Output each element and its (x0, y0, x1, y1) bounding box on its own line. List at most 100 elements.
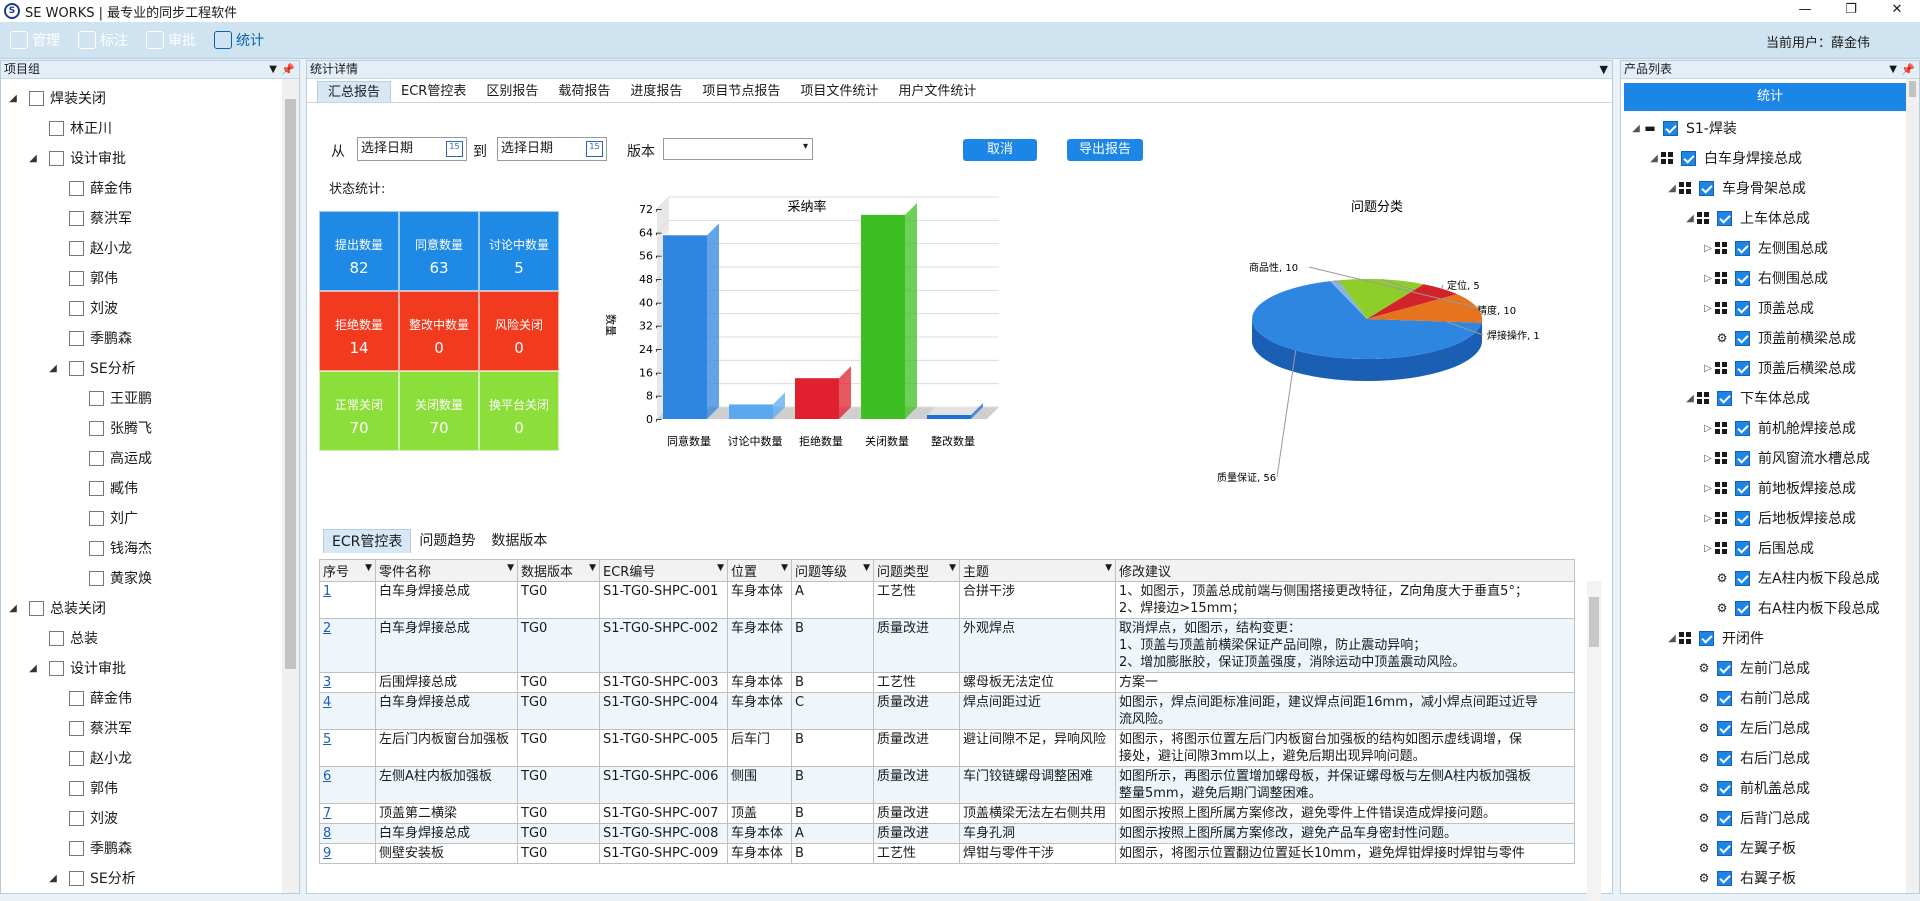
checkbox[interactable] (1717, 750, 1732, 766)
product-item[interactable]: ▷ 后围总成 (1621, 533, 1919, 563)
filter-arrow-icon[interactable]: ▼ (863, 563, 870, 573)
expand-arrow-icon[interactable]: ◢ (1629, 123, 1643, 134)
tab-report[interactable]: ECR管控表 (391, 81, 476, 102)
checkbox[interactable] (69, 330, 84, 346)
column-header[interactable]: 位置 ▼ (727, 559, 792, 582)
filter-arrow-icon[interactable]: ▼ (507, 563, 514, 573)
table-row[interactable]: 4 白车身焊接总成 TG0 S1-TG0-SHPC-004 车身本体 C 质量改进 焊点间距过… (319, 692, 1575, 730)
dropdown-icon[interactable]: ▼ (1600, 61, 1608, 78)
dropdown-icon[interactable]: ▼ (1889, 61, 1897, 78)
checkbox[interactable] (1735, 480, 1750, 496)
table-row[interactable]: 6 左侧A柱内板加强板 TG0 S1-TG0-SHPC-006 侧围 B 质量改进 车门铰链螺… (319, 766, 1575, 804)
expand-arrow-icon[interactable]: ▷ (1701, 273, 1715, 284)
checkbox[interactable] (69, 270, 84, 286)
tree-item[interactable]: 臧伟 (1, 473, 299, 503)
checkbox[interactable] (1717, 210, 1732, 226)
table-cell[interactable]: 4 (319, 692, 376, 730)
tree-item[interactable]: ◢ 设计审批 (1, 653, 299, 683)
checkbox[interactable] (89, 420, 104, 436)
checkbox[interactable] (1681, 150, 1696, 166)
checkbox[interactable] (89, 450, 104, 466)
annotate-button[interactable]: 标注 (78, 30, 128, 50)
tree-item[interactable]: 黄家焕 (1, 563, 299, 593)
checkbox[interactable] (1735, 510, 1750, 526)
start-date-input[interactable]: 选择日期 15 (357, 137, 467, 161)
pin-icon[interactable]: 📌 (281, 61, 295, 78)
table-row[interactable]: 3 后围焊接总成 TG0 S1-TG0-SHPC-003 车身本体 B 工艺性 螺母板无法定位… (319, 672, 1575, 693)
product-item[interactable]: ⚙ 前机盖总成 (1621, 773, 1919, 803)
checkbox[interactable] (69, 210, 84, 226)
tree-item[interactable]: 蔡洪军 (1, 713, 299, 743)
filter-arrow-icon[interactable]: ▼ (949, 563, 956, 573)
expand-arrow-icon[interactable]: ▷ (1701, 513, 1715, 524)
restore-icon[interactable]: ❐ (1828, 0, 1874, 22)
checkbox[interactable] (1735, 330, 1750, 346)
minimize-icon[interactable]: — (1782, 0, 1828, 22)
checkbox[interactable] (89, 510, 104, 526)
table-cell[interactable]: 1 (319, 581, 376, 619)
cancel-button[interactable]: 取消 (963, 139, 1037, 161)
tab-report[interactable]: 用户文件统计 (888, 81, 986, 102)
statistics-button[interactable]: 统计 (214, 30, 264, 50)
product-item[interactable]: ◢ ▬ S1-焊装 (1621, 113, 1919, 143)
product-item[interactable]: ▷ 左侧围总成 (1621, 233, 1919, 263)
checkbox[interactable] (69, 870, 84, 886)
checkbox[interactable] (49, 630, 64, 646)
checkbox[interactable] (69, 840, 84, 856)
column-header[interactable]: ECR编号 ▼ (599, 559, 728, 582)
table-row[interactable]: 8 白车身焊接总成 TG0 S1-TG0-SHPC-008 车身本体 A 质量改进 车身孔洞如… (319, 823, 1575, 844)
table-row[interactable]: 9 侧壁安装板 TG0 S1-TG0-SHPC-009 车身本体 B 工艺性 焊钳与零件干涉如… (319, 843, 1575, 864)
tree-item[interactable]: ◢ SE分析 (1, 353, 299, 383)
column-header[interactable]: 零件名称 ▼ (375, 559, 518, 582)
tree-item[interactable]: 钱海杰 (1, 533, 299, 563)
checkbox[interactable] (89, 480, 104, 496)
end-date-input[interactable]: 选择日期 15 (497, 137, 607, 161)
product-item[interactable]: ⚙ 右后门总成 (1621, 743, 1919, 773)
table-cell[interactable]: 7 (319, 803, 376, 824)
checkbox[interactable] (1735, 540, 1750, 556)
checkbox[interactable] (69, 750, 84, 766)
product-item[interactable]: ◢ 下车体总成 (1621, 383, 1919, 413)
table-row[interactable]: 1 白车身焊接总成 TG0 S1-TG0-SHPC-001 车身本体 A 工艺性 合拼干涉 1、… (319, 581, 1575, 619)
checkbox[interactable] (1735, 300, 1750, 316)
table-cell[interactable]: 5 (319, 729, 376, 767)
column-header[interactable]: 问题类型 ▼ (873, 559, 960, 582)
tree-item[interactable]: 薛金伟 (1, 683, 299, 713)
table-cell[interactable]: 3 (319, 672, 376, 693)
product-item[interactable]: ▷ 后地板焊接总成 (1621, 503, 1919, 533)
table-cell[interactable]: 8 (319, 823, 376, 844)
expand-arrow-icon[interactable]: ◢ (1647, 153, 1661, 164)
expand-arrow-icon[interactable]: ▷ (1701, 483, 1715, 494)
scrollbar[interactable] (282, 79, 299, 893)
tree-item[interactable]: ◢ 总装关闭 (1, 593, 299, 623)
expand-arrow-icon[interactable]: ◢ (47, 873, 59, 884)
checkbox[interactable] (1699, 180, 1714, 196)
tab-report[interactable]: 区别报告 (476, 81, 548, 102)
column-header[interactable]: 数据版本 ▼ (517, 559, 600, 582)
column-header[interactable]: 序号 ▼ (319, 559, 376, 582)
checkbox[interactable] (69, 780, 84, 796)
tree-item[interactable]: 张腾飞 (1, 413, 299, 443)
checkbox[interactable] (69, 360, 84, 376)
checkbox[interactable] (29, 600, 44, 616)
tab-report[interactable]: 载荷报告 (548, 81, 620, 102)
manage-button[interactable]: 管理 (10, 30, 60, 50)
product-item[interactable]: ◢ 车身骨架总成 (1621, 173, 1919, 203)
filter-arrow-icon[interactable]: ▼ (589, 563, 596, 573)
product-item[interactable]: ⚙ 左前门总成 (1621, 653, 1919, 683)
product-item[interactable]: ⚙ 左A柱内板下段总成 (1621, 563, 1919, 593)
product-item[interactable]: ⚙ 右A柱内板下段总成 (1621, 593, 1919, 623)
product-item[interactable]: ⚙ 顶盖前横梁总成 (1621, 323, 1919, 353)
expand-arrow-icon[interactable]: ▷ (1701, 453, 1715, 464)
expand-arrow-icon[interactable]: ▷ (1701, 543, 1715, 554)
close-icon[interactable]: ✕ (1874, 0, 1920, 22)
approve-button[interactable]: 审批 (146, 30, 196, 50)
expand-arrow-icon[interactable]: ▷ (1701, 423, 1715, 434)
checkbox[interactable] (1735, 450, 1750, 466)
checkbox[interactable] (1735, 360, 1750, 376)
expand-arrow-icon[interactable]: ◢ (1665, 183, 1679, 194)
expand-arrow-icon[interactable]: ▷ (1701, 363, 1715, 374)
tree-item[interactable]: 郭伟 (1, 773, 299, 803)
checkbox[interactable] (29, 90, 44, 106)
tree-item[interactable]: ◢ 设计审批 (1, 143, 299, 173)
